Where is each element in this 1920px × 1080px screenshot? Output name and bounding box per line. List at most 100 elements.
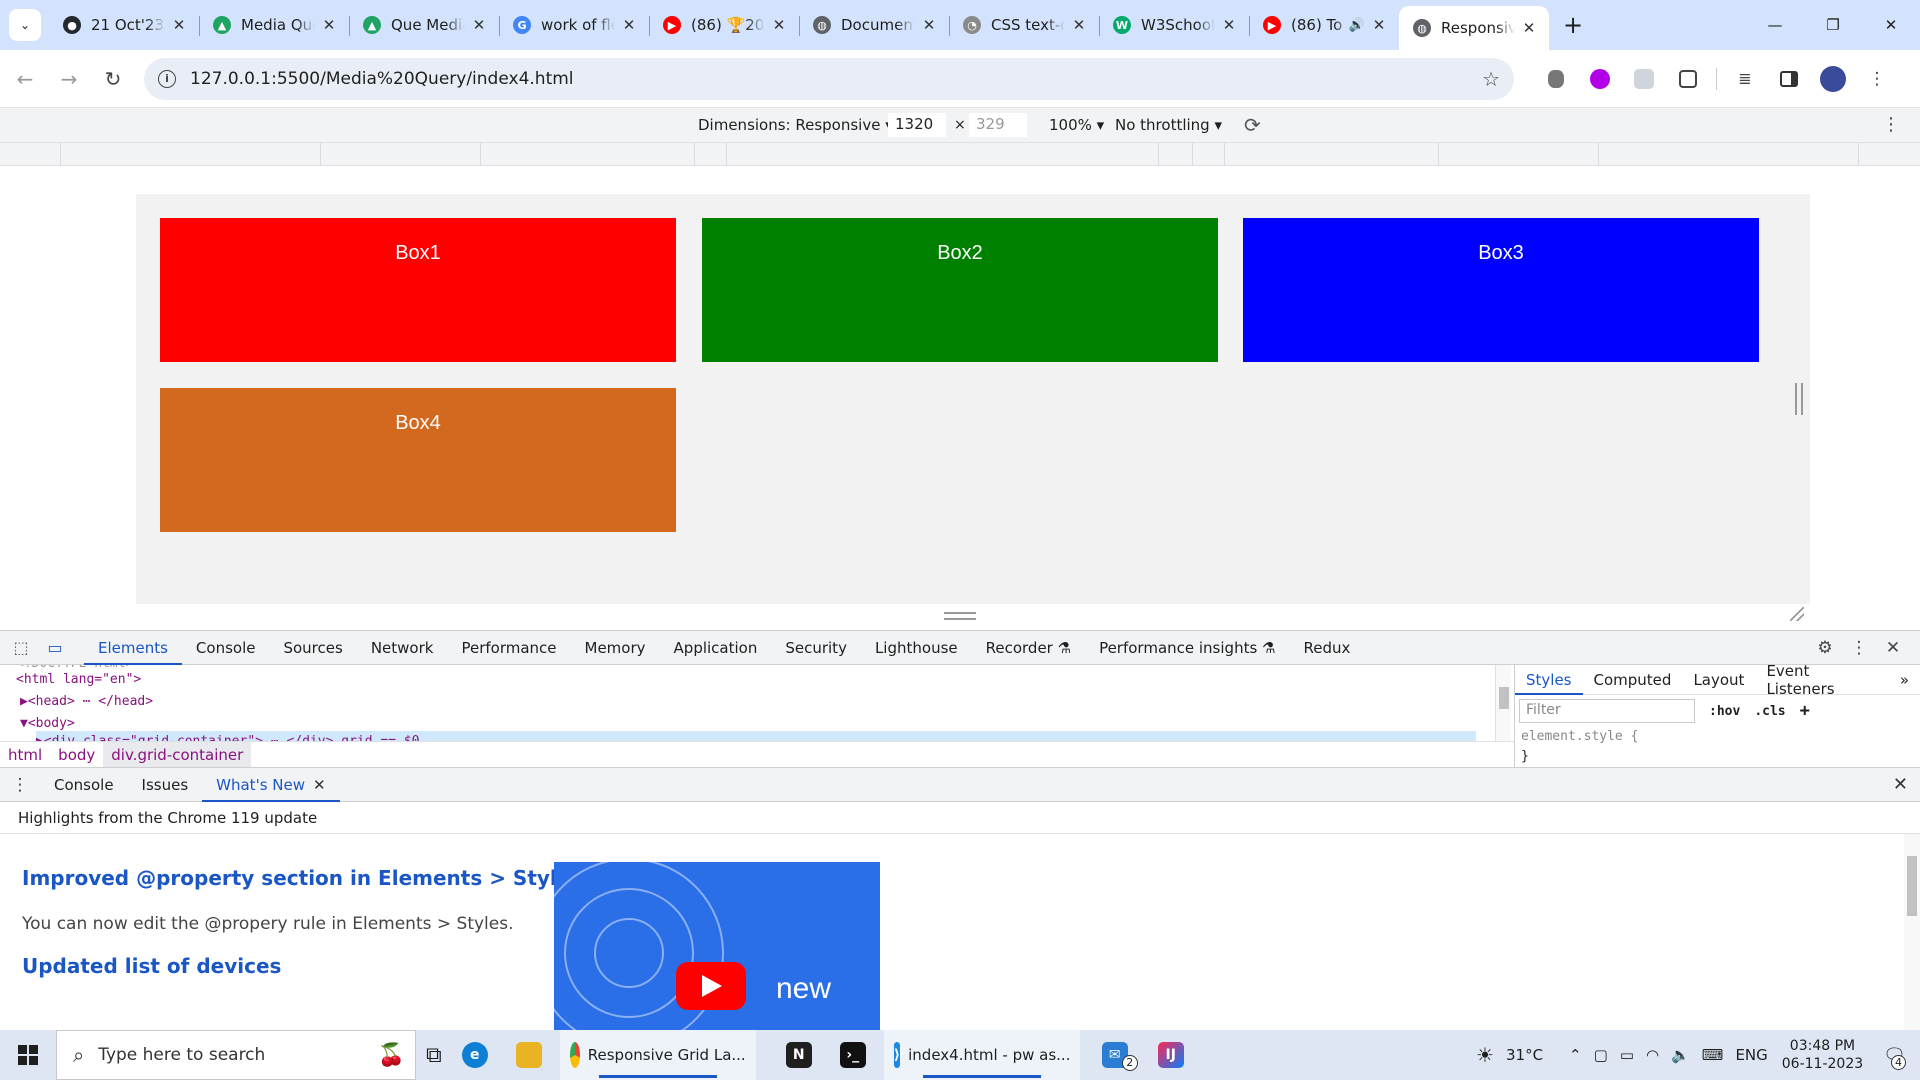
mail-button[interactable]: ✉ 2 [1092, 1030, 1148, 1080]
devtools-tab-redux[interactable]: Redux [1289, 631, 1364, 665]
drawer-tab-console[interactable]: Console [40, 768, 128, 802]
cls-toggle[interactable]: .cls [1754, 704, 1785, 719]
chrome-taskbar-button[interactable]: Responsive Grid La... [559, 1030, 756, 1080]
drawer-close-icon[interactable]: ✕ [1893, 774, 1908, 795]
chrome-menu-icon[interactable]: ⋮ [1859, 61, 1895, 97]
battery-icon[interactable]: ▭ [1620, 1046, 1634, 1064]
elements-scrollbar[interactable] [1495, 665, 1511, 741]
browser-tab[interactable]: ▶ (86) To 🔊 ✕ [1249, 0, 1399, 50]
settings-gear-icon[interactable]: ⚙ [1808, 638, 1842, 658]
devtools-more-icon[interactable]: ⋮ [1842, 638, 1876, 658]
tab-close-icon[interactable]: ✕ [619, 16, 639, 34]
viewport-height-input[interactable]: 329 [969, 113, 1027, 137]
tab-search-button[interactable]: ⌄ [9, 9, 41, 41]
feature-heading-devices[interactable]: Updated list of devices [22, 954, 281, 978]
drawer-tab-whats-new[interactable]: What's New ✕ [202, 768, 341, 802]
tray-expand-icon[interactable]: ⌃ [1569, 1046, 1582, 1064]
start-button[interactable] [0, 1030, 56, 1080]
vscode-taskbar-button[interactable]: ⟩ index4.html - pw as... [883, 1030, 1080, 1080]
devtools-close-icon[interactable]: ✕ [1876, 638, 1910, 658]
dimensions-dropdown[interactable]: Dimensions: Responsive ▾ [698, 116, 893, 134]
audio-playing-icon[interactable]: 🔊 [1349, 18, 1365, 33]
feature-heading-property[interactable]: Improved @property section in Elements >… [22, 866, 582, 890]
tab-close-icon[interactable]: ✕ [919, 16, 939, 34]
restore-button[interactable]: ❐ [1804, 0, 1862, 50]
task-view-button[interactable]: ⧉ [416, 1030, 452, 1080]
devtools-tab-security[interactable]: Security [771, 631, 861, 665]
minimize-button[interactable]: — [1746, 0, 1804, 50]
edge-button[interactable]: e [452, 1030, 506, 1080]
meet-now-icon[interactable]: ▢ [1594, 1046, 1608, 1064]
viewport-resize-right-handle[interactable] [1795, 383, 1803, 415]
devtools-tab-sources[interactable]: Sources [269, 631, 356, 665]
browser-tab[interactable]: ▲ Media Query✕ [199, 0, 349, 50]
youtube-play-icon[interactable] [676, 962, 746, 1010]
drawer-tab-issues[interactable]: Issues [128, 768, 203, 802]
media-controls-icon[interactable]: ≣ [1727, 61, 1763, 97]
tab-close-icon[interactable]: ✕ [319, 16, 339, 34]
inspect-element-icon[interactable]: ⬚ [4, 631, 38, 665]
hov-toggle[interactable]: :hov [1709, 704, 1740, 719]
forward-button[interactable]: → [50, 60, 88, 98]
browser-tab[interactable]: ● 21 Oct'23 ✕ [49, 0, 199, 50]
browser-tab[interactable]: ◔ CSS text-d ✕ [949, 0, 1099, 50]
address-bar[interactable]: i 127.0.0.1:5500/Media%20Query/index4.ht… [144, 57, 1514, 100]
devtools-tab-memory[interactable]: Memory [571, 631, 660, 665]
element-style-rule[interactable]: element.style { } [1515, 727, 1920, 767]
file-explorer-button[interactable] [506, 1030, 560, 1080]
browser-tab[interactable]: Gwork of flex✕ [499, 0, 649, 50]
tab-close-icon[interactable]: ✕ [1519, 19, 1539, 37]
back-button[interactable]: ← [6, 60, 44, 98]
tab-close-icon[interactable]: ✕ [469, 16, 489, 34]
browser-tab[interactable]: ◍ Document ✕ [799, 0, 949, 50]
weather-temp[interactable]: 31°C [1506, 1046, 1543, 1064]
viewport-resize-corner-handle[interactable] [1790, 607, 1804, 621]
tab-close-icon[interactable]: ✕ [169, 16, 189, 34]
styles-filter-input[interactable]: Filter [1519, 699, 1695, 723]
new-tab-button[interactable]: + [1555, 7, 1591, 43]
throttling-dropdown[interactable]: No throttling ▾ [1115, 116, 1222, 134]
devtools-tab-lighthouse[interactable]: Lighthouse [861, 631, 972, 665]
profile-avatar[interactable] [1815, 61, 1851, 97]
tab-computed[interactable]: Computed [1583, 665, 1683, 695]
intellij-button[interactable]: IJ [1148, 1030, 1202, 1080]
puzzle-extensions-icon[interactable] [1670, 61, 1706, 97]
rotate-icon[interactable]: ⟳ [1244, 113, 1261, 137]
breadcrumb-html[interactable]: html [0, 742, 50, 768]
taskbar-search-box[interactable]: ⌕ Type here to search 🍒 [56, 1030, 416, 1080]
tab-layout[interactable]: Layout [1682, 665, 1755, 695]
side-panel-icon[interactable] [1771, 61, 1807, 97]
url-text[interactable]: 127.0.0.1:5500/Media%20Query/index4.html [190, 69, 1482, 89]
drawer-menu-icon[interactable]: ⋮ [0, 775, 40, 795]
browser-tab[interactable]: ▲ Que Media ✕ [349, 0, 499, 50]
viewport-resize-bottom-handle[interactable] [944, 612, 976, 620]
weather-icon[interactable]: ☀ [1476, 1043, 1494, 1067]
tab-styles[interactable]: Styles [1515, 665, 1583, 695]
reload-button[interactable]: ↻ [94, 60, 132, 98]
keyboard-icon[interactable]: ⌨ [1702, 1046, 1724, 1064]
tab-close-icon[interactable]: ✕ [1369, 16, 1389, 34]
notification-center-icon[interactable]: 🗨4 [1883, 1045, 1906, 1070]
device-more-icon[interactable]: ⋮ [1882, 114, 1900, 135]
devtools-tab-network[interactable]: Network [357, 631, 448, 665]
breadcrumb-grid-container[interactable]: div.grid-container [103, 741, 252, 768]
react-extension-icon[interactable] [1626, 61, 1662, 97]
browser-tab-active[interactable]: ◍ Responsive✕ [1399, 6, 1549, 50]
browser-tab[interactable]: ▶ (86) 🏆20 ✕ [649, 0, 799, 50]
close-tab-icon[interactable]: ✕ [313, 776, 326, 794]
wifi-icon[interactable]: ◠ [1646, 1046, 1659, 1064]
more-tabs-icon[interactable]: » [1889, 665, 1920, 695]
new-rule-plus-icon[interactable]: + [1800, 701, 1810, 721]
viewport-width-input[interactable]: 1320 [888, 113, 946, 137]
tab-close-icon[interactable]: ✕ [1069, 16, 1089, 34]
device-toggle-icon[interactable]: ▭ [38, 631, 72, 665]
elements-dom-tree[interactable]: <!DOCTYPE html> <html lang="en"> ▶<head>… [0, 665, 1514, 741]
language-indicator[interactable]: ENG [1735, 1046, 1767, 1064]
devtools-tab-console[interactable]: Console [182, 631, 270, 665]
devtools-tab-application[interactable]: Application [660, 631, 772, 665]
devtools-tab-recorder[interactable]: Recorder ⚗ [972, 631, 1085, 665]
close-window-button[interactable]: ✕ [1862, 0, 1920, 50]
dom-head-node[interactable]: ▶<head> ⋯ </head> [20, 691, 153, 713]
devtools-tab-performance[interactable]: Performance [447, 631, 570, 665]
tab-close-icon[interactable]: ✕ [1219, 16, 1239, 34]
